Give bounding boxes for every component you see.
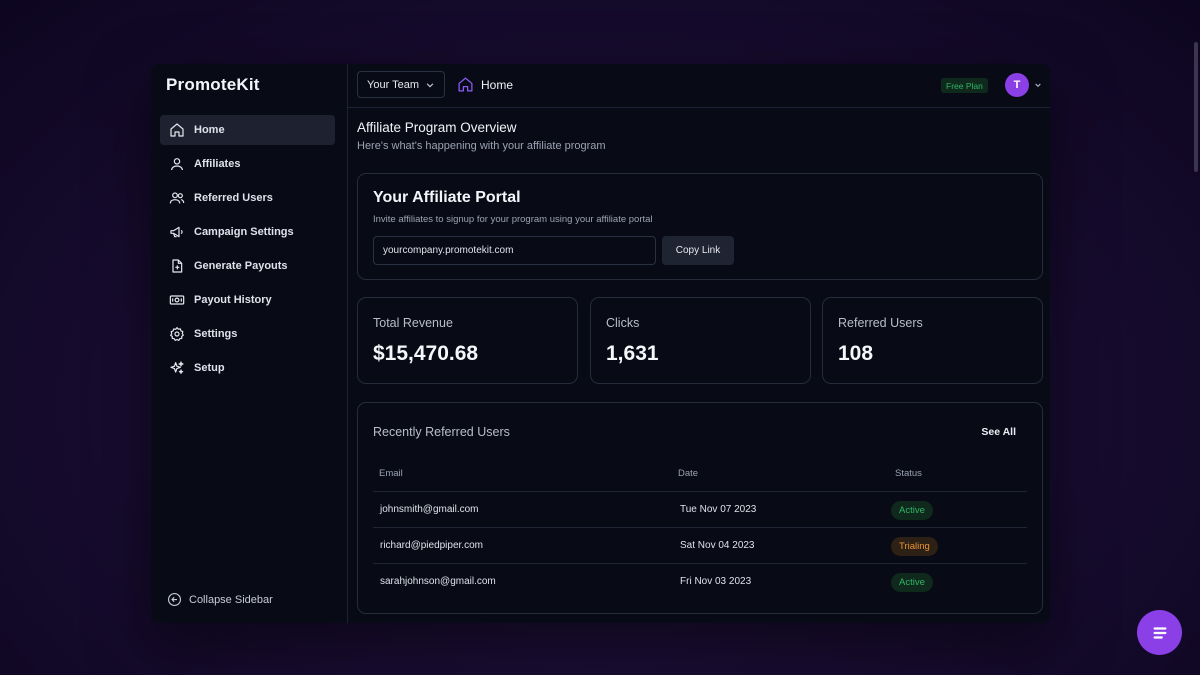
sidebar-item-label: Generate Payouts <box>194 260 288 272</box>
recent-referred-users-card: Recently Referred Users See All Email Da… <box>357 402 1043 614</box>
copy-link-button[interactable]: Copy Link <box>662 236 734 265</box>
table-row[interactable]: richard@piedpiper.com Sat Nov 04 2023 Tr… <box>373 528 1027 564</box>
row-email: richard@piedpiper.com <box>380 540 483 551</box>
table-header: Email Date Status <box>373 468 1027 492</box>
home-icon <box>458 77 473 92</box>
sidebar: PromoteKit Home Affiliates Referred User… <box>151 64 348 623</box>
sidebar-nav: Home Affiliates Referred Users Campaign … <box>160 115 335 387</box>
row-date: Tue Nov 07 2023 <box>680 504 757 515</box>
stat-card-referred-users: Referred Users 108 <box>822 297 1043 384</box>
recent-title: Recently Referred Users <box>373 425 510 439</box>
sidebar-item-affiliates[interactable]: Affiliates <box>160 149 335 179</box>
sidebar-item-label: Home <box>194 124 225 136</box>
gear-icon <box>169 326 185 342</box>
row-email: sarahjohnson@gmail.com <box>380 576 496 587</box>
row-email: johnsmith@gmail.com <box>380 504 479 515</box>
app-logo: PromoteKit <box>166 75 260 94</box>
column-header-status: Status <box>895 468 922 479</box>
status-badge: Active <box>891 573 933 592</box>
collapse-sidebar-label: Collapse Sidebar <box>189 593 273 606</box>
portal-subtitle: Invite affiliates to signup for your pro… <box>373 214 653 225</box>
team-select[interactable]: Your Team <box>357 71 445 98</box>
app-window: PromoteKit Home Affiliates Referred User… <box>151 64 1050 623</box>
sidebar-item-label: Campaign Settings <box>194 226 294 238</box>
status-badge: Trialing <box>891 537 938 556</box>
sidebar-item-settings[interactable]: Settings <box>160 319 335 349</box>
users-icon <box>169 190 185 206</box>
breadcrumb-current: Home <box>481 77 514 92</box>
sidebar-item-label: Referred Users <box>194 192 273 204</box>
user-icon <box>169 156 185 172</box>
stat-value: $15,470.68 <box>373 342 479 365</box>
arrow-left-circle-icon <box>168 593 181 606</box>
portal-url-input[interactable] <box>373 236 656 265</box>
breadcrumb: Home <box>457 76 513 93</box>
sidebar-item-label: Setup <box>194 362 225 374</box>
banknote-icon <box>169 292 185 308</box>
sidebar-item-label: Affiliates <box>194 158 241 170</box>
row-date: Sat Nov 04 2023 <box>680 540 755 551</box>
status-badge: Active <box>891 501 933 520</box>
chevron-down-icon <box>426 83 434 88</box>
chevron-down-icon[interactable] <box>1034 81 1042 89</box>
column-header-date: Date <box>678 468 699 479</box>
chat-support-button[interactable] <box>1137 610 1182 655</box>
home-icon <box>169 122 185 138</box>
stat-card-clicks: Clicks 1,631 <box>590 297 811 384</box>
sidebar-item-campaign-settings[interactable]: Campaign Settings <box>160 217 335 247</box>
stat-value: 1,631 <box>606 342 659 365</box>
avatar[interactable]: T <box>1005 73 1029 97</box>
see-all-link[interactable]: See All <box>981 426 1016 438</box>
main-content: Your Team Home Free Plan T Affiliate Pro… <box>348 64 1050 623</box>
stat-value: 108 <box>838 342 874 365</box>
sidebar-item-label: Settings <box>194 328 238 340</box>
row-date: Fri Nov 03 2023 <box>680 576 752 587</box>
megaphone-icon <box>169 224 185 240</box>
sidebar-item-home[interactable]: Home <box>160 115 335 145</box>
page-title: Affiliate Program Overview <box>357 120 517 135</box>
portal-title: Your Affiliate Portal <box>373 189 521 206</box>
chat-icon <box>1153 626 1166 639</box>
sparkles-icon <box>169 360 185 376</box>
page-scrollbar[interactable] <box>1194 42 1198 172</box>
table-row[interactable]: johnsmith@gmail.com Tue Nov 07 2023 Acti… <box>373 492 1027 528</box>
plan-badge: Free Plan <box>941 78 988 93</box>
page-subtitle: Here's what's happening with your affili… <box>357 140 606 152</box>
sidebar-item-setup[interactable]: Setup <box>160 353 335 383</box>
sidebar-item-generate-payouts[interactable]: Generate Payouts <box>160 251 335 281</box>
table-row[interactable]: sarahjohnson@gmail.com Fri Nov 03 2023 A… <box>373 564 1027 600</box>
sidebar-item-payout-history[interactable]: Payout History <box>160 285 335 315</box>
stat-label: Clicks <box>606 316 640 330</box>
top-bar: Your Team Home Free Plan T <box>348 64 1050 108</box>
stat-label: Total Revenue <box>373 316 453 330</box>
stat-card-total-revenue: Total Revenue $15,470.68 <box>357 297 578 384</box>
sidebar-item-label: Payout History <box>194 294 272 306</box>
sidebar-item-referred-users[interactable]: Referred Users <box>160 183 335 213</box>
stat-label: Referred Users <box>838 316 923 330</box>
file-plus-icon <box>169 258 185 274</box>
column-header-email: Email <box>379 468 403 479</box>
collapse-sidebar-button[interactable]: Collapse Sidebar <box>167 592 273 607</box>
team-select-value: Your Team <box>367 78 419 91</box>
affiliate-portal-card: Your Affiliate Portal Invite affiliates … <box>357 173 1043 280</box>
